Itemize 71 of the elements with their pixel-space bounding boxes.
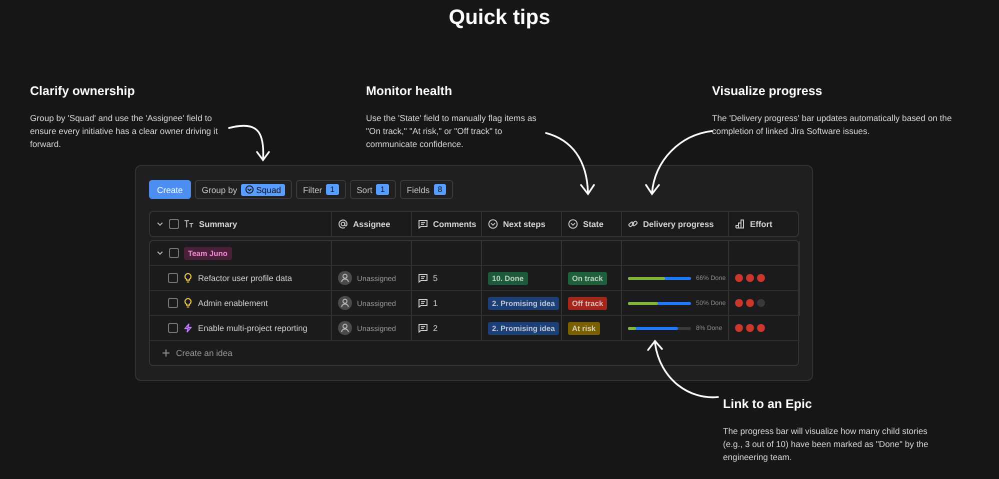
create-idea-button[interactable]: Create an idea <box>150 341 798 365</box>
tip-heading: Link to an Epic <box>723 397 813 411</box>
tip-text: Use the 'State' field to manually flag items as "On track," "At risk," or "Off track" to communicate confidence. <box>366 112 538 151</box>
effort-dot <box>746 324 754 332</box>
comment-count: 2 <box>433 323 438 333</box>
text-type-icon <box>184 219 194 229</box>
dropdown-circle-icon <box>245 185 254 194</box>
effort-dot <box>757 324 765 332</box>
page-title: Quick tips <box>448 5 552 31</box>
tip-heading: Clarify ownership <box>30 84 136 98</box>
checkbox[interactable] <box>168 273 178 283</box>
effort-dot <box>757 274 765 282</box>
tip-heading: Monitor health <box>366 84 454 98</box>
idea-summary: Admin enablement <box>198 298 268 308</box>
effort-dot <box>757 299 765 307</box>
column-header: Assignee <box>353 219 390 229</box>
column-header: Delivery progress <box>643 219 714 229</box>
progress-bar <box>628 326 691 330</box>
progress-bar <box>628 276 691 280</box>
create-idea-label: Create an idea <box>176 348 232 358</box>
curved-arrow <box>645 130 713 196</box>
group-by-button[interactable]: Group by Squad <box>194 180 292 199</box>
bar-chart-icon <box>735 219 745 229</box>
comment-count: 5 <box>433 273 438 283</box>
count-badge: 8 <box>434 184 446 195</box>
tip-heading: Visualize progress <box>712 84 824 98</box>
effort-dot <box>746 299 754 307</box>
avatar-icon <box>338 296 352 310</box>
idea-summary: Refactor user profile data <box>198 273 292 283</box>
comment-icon <box>418 323 428 333</box>
tip-text: The progress bar will visualize how many child stories (e.g., 3 out of 10) have been marked as "Done" by the engineering team. <box>723 425 930 464</box>
checkbox[interactable] <box>168 323 178 333</box>
avatar-icon <box>338 321 352 335</box>
effort-dot <box>735 274 743 282</box>
column-header: State <box>583 219 604 229</box>
toolbar-button[interactable]: Sort 1 <box>350 180 396 199</box>
avatar-icon <box>338 271 352 285</box>
checkbox[interactable] <box>169 219 179 229</box>
lightbulb-icon <box>183 273 193 283</box>
idea-summary: Enable multi-project reporting <box>198 323 308 333</box>
link-icon <box>628 219 638 229</box>
comment-icon <box>418 298 428 308</box>
column-header: Next steps <box>503 219 546 229</box>
checkbox[interactable] <box>169 248 179 258</box>
comment-icon <box>418 219 428 229</box>
curved-arrow <box>545 132 595 196</box>
comment-count: 1 <box>433 298 438 308</box>
at-sign-icon <box>338 219 348 229</box>
plus-icon <box>162 349 170 357</box>
curved-arrow <box>228 124 270 162</box>
toolbar-button[interactable]: Filter 1 <box>296 180 346 199</box>
checkbox[interactable] <box>168 298 178 308</box>
effort-dot <box>735 324 743 332</box>
toolbar-button[interactable]: Fields 8 <box>400 180 454 199</box>
column-header: Comments <box>433 219 476 229</box>
dropdown-circle-icon <box>568 219 578 229</box>
tip-text: Group by 'Squad' and use the 'Assignee' field to ensure every initiative has a clear owner driving it forward. <box>30 112 219 151</box>
effort-dot <box>735 299 743 307</box>
lightning-icon <box>183 323 193 333</box>
count-badge: 1 <box>326 184 339 195</box>
count-badge: 1 <box>376 184 389 195</box>
progress-bar <box>628 302 691 304</box>
squad-chip-label: Squad <box>256 184 282 194</box>
effort-dot <box>746 274 754 282</box>
tip-text: The 'Delivery progress' bar updates automatically based on the completion of linked Jira Software issues. <box>712 112 952 138</box>
column-header: Effort <box>750 219 772 229</box>
dropdown-circle-icon <box>488 219 498 229</box>
curved-arrow <box>647 340 719 398</box>
column-header: Summary <box>199 219 238 229</box>
comment-icon <box>418 273 428 283</box>
lightbulb-icon <box>183 298 193 308</box>
